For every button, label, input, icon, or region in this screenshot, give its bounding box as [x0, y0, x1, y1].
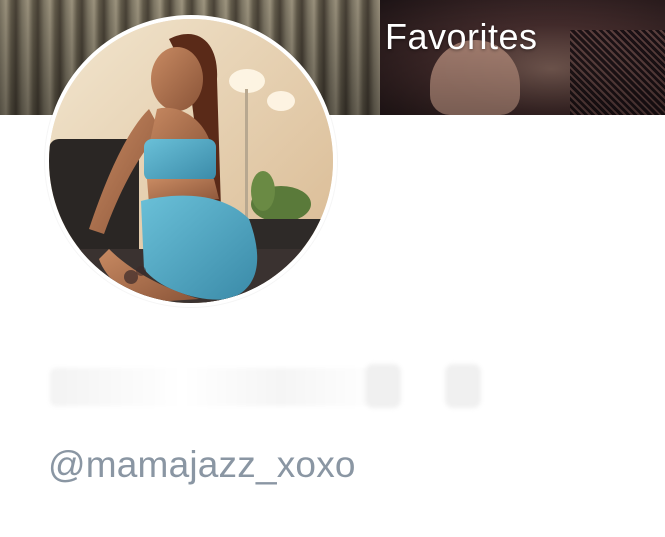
avatar-photo — [49, 19, 333, 303]
profile-page: Favorites @mamajazz_xoxo — [0, 0, 665, 537]
username-handle: @mamajazz_xoxo — [48, 444, 356, 485]
cover-title: Favorites — [385, 16, 538, 57]
avatar[interactable] — [45, 15, 337, 307]
display-name-emoji-2 — [445, 364, 481, 408]
display-name — [50, 360, 490, 412]
display-name-redacted — [50, 368, 380, 406]
display-name-emoji-1 — [365, 364, 401, 408]
